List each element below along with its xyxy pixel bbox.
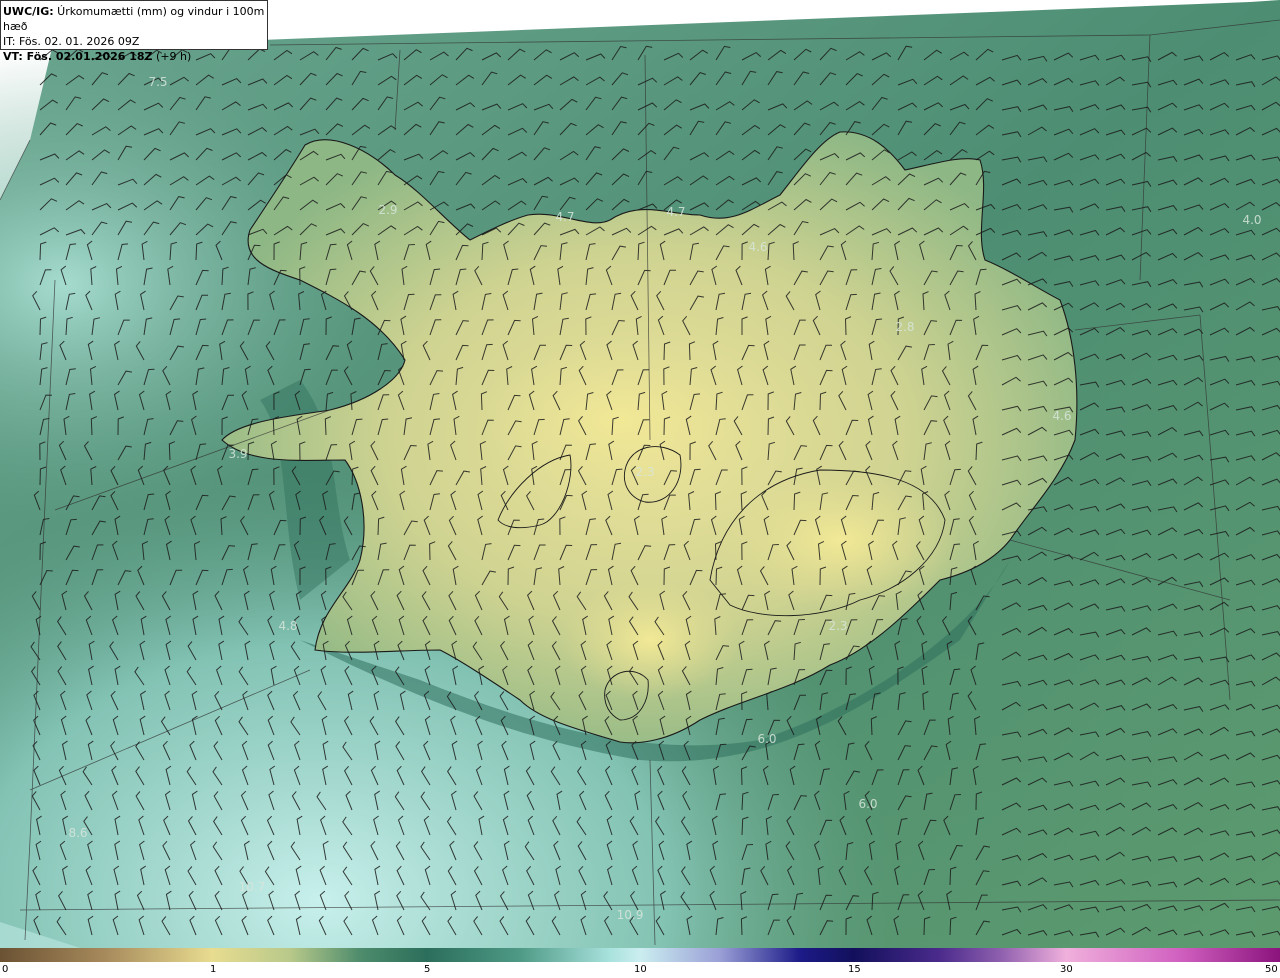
colorbar-tick: 1 xyxy=(210,964,217,975)
value-label: 4.6 xyxy=(748,240,768,254)
product-title-line: UWC/IG: Úrkomumætti (mm) og vindur i 100… xyxy=(3,4,267,34)
forecast-hour: (+9 h) xyxy=(152,50,192,63)
colorbar-tick: 50 xyxy=(1265,964,1278,975)
colorbar-strip xyxy=(0,948,1280,962)
value-label: 2.9 xyxy=(378,203,398,217)
value-label: 2.8 xyxy=(895,320,915,334)
value-label: 7.5 xyxy=(148,75,168,89)
colorbar-tick: 10 xyxy=(634,964,647,975)
value-label: 4.7 xyxy=(555,210,575,224)
valid-time: VT: Fös. 02.01.2026 18Z xyxy=(3,50,153,63)
init-time: IT: Fös. 02. 01. 2026 09Z xyxy=(3,35,140,48)
colorbar: 0 1 5 10 15 30 50 xyxy=(0,948,1280,978)
colorbar-tick: 5 xyxy=(424,964,431,975)
value-label: 4.6 xyxy=(1052,409,1072,423)
value-label: 2.3 xyxy=(635,465,655,479)
map-info-box: UWC/IG: Úrkomumætti (mm) og vindur i 100… xyxy=(0,0,268,63)
colorbar-tick: 30 xyxy=(1060,964,1073,975)
colorbar-tick: 15 xyxy=(848,964,861,975)
valid-time-line: VT: Fös. 02.01.2026 18Z (+9 h) xyxy=(3,49,267,64)
value-label: 4.7 xyxy=(666,205,686,219)
value-label: 4.8 xyxy=(278,619,298,633)
product-prefix: UWC/IG: xyxy=(3,5,54,18)
value-label: 4.0 xyxy=(1242,213,1262,227)
value-label: 6.0 xyxy=(757,732,777,746)
value-label: 3.9 xyxy=(228,447,248,461)
value-label: 10.7 xyxy=(238,880,266,894)
value-label: 10.9 xyxy=(616,908,644,922)
value-label: 2.3 xyxy=(828,619,848,633)
value-label: 8.6 xyxy=(68,826,88,840)
weather-map[interactable]: 7.5 2.9 4.7 4.7 4.6 4.0 2.8 4.6 3.9 2.3 … xyxy=(0,0,1280,948)
colorbar-tick: 0 xyxy=(2,964,9,975)
value-label: 6.0 xyxy=(858,797,878,811)
